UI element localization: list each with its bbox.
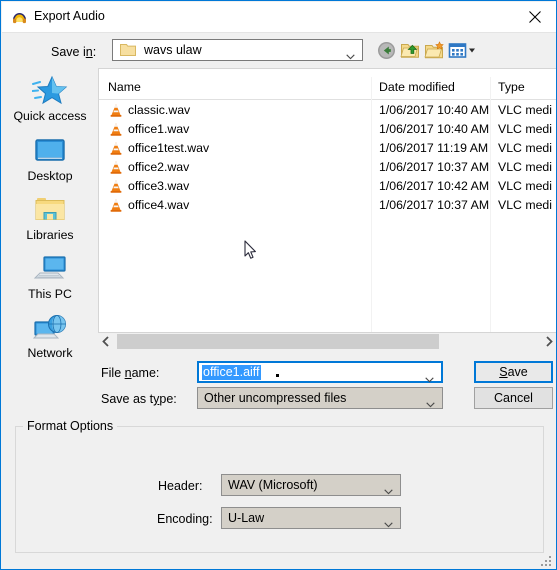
- save-in-combobox[interactable]: wavs ulaw: [112, 39, 363, 61]
- column-header-type[interactable]: Type: [498, 80, 525, 94]
- sidebar-item-label: Network: [27, 346, 73, 360]
- file-name-cell: classic.wav: [128, 103, 191, 117]
- vlc-cone-icon: [108, 160, 124, 175]
- file-date-cell: 1/06/2017 10:40 AM: [379, 122, 490, 136]
- file-type-cell: VLC medi: [498, 141, 552, 155]
- scroll-left-icon[interactable]: [98, 333, 115, 350]
- format-options-title: Format Options: [23, 419, 118, 433]
- file-name-cell: office1test.wav: [128, 141, 210, 155]
- chevron-down-icon: [384, 482, 393, 495]
- vlc-cone-icon: [108, 179, 124, 194]
- file-type-cell: VLC medi: [498, 179, 552, 193]
- text-caret: [276, 374, 279, 377]
- chevron-down-icon[interactable]: [425, 370, 434, 383]
- table-row[interactable]: classic.wav 1/06/2017 10:40 AM VLC medi: [99, 101, 556, 120]
- vlc-cone-icon: [108, 122, 124, 137]
- close-button[interactable]: [513, 2, 556, 32]
- views-button[interactable]: [448, 40, 478, 61]
- column-header-date-modified[interactable]: Date modified: [379, 80, 455, 94]
- file-name-value: office1.aiff: [202, 365, 261, 380]
- save-in-label: Save in:: [51, 45, 97, 59]
- folder-icon: [120, 43, 136, 57]
- up-one-level-button[interactable]: [400, 40, 421, 61]
- file-date-cell: 1/06/2017 10:37 AM: [379, 160, 490, 174]
- network-globe-icon: [2, 311, 98, 345]
- file-type-cell: VLC medi: [498, 160, 552, 174]
- encoding-label: Encoding:: [157, 512, 213, 526]
- resize-grip[interactable]: [541, 554, 553, 566]
- file-date-cell: 1/06/2017 11:19 AM: [379, 141, 489, 155]
- sidebar-item-desktop[interactable]: Desktop: [2, 134, 98, 192]
- save-button[interactable]: Save: [474, 361, 553, 383]
- file-date-cell: 1/06/2017 10:42 AM: [379, 179, 490, 193]
- sidebar-item-libraries[interactable]: Libraries: [2, 193, 98, 251]
- computer-icon: [2, 252, 98, 286]
- file-name-cell: office2.wav: [128, 160, 190, 174]
- create-new-folder-button[interactable]: [424, 40, 445, 61]
- chevron-down-icon: [384, 515, 393, 528]
- sidebar-item-network[interactable]: Network: [2, 311, 98, 369]
- header-value: WAV (Microsoft): [228, 478, 318, 492]
- save-in-value: wavs ulaw: [144, 43, 202, 57]
- save-as-type-value: Other uncompressed files: [204, 391, 347, 405]
- sidebar-item-label: Desktop: [27, 169, 73, 183]
- chevron-down-icon: [346, 47, 355, 60]
- sidebar-item-label: This PC: [28, 287, 72, 301]
- file-date-cell: 1/06/2017 10:40 AM: [379, 103, 490, 117]
- back-button[interactable]: [376, 40, 397, 61]
- sidebar-item-label: Quick access: [13, 109, 87, 123]
- table-row[interactable]: office2.wav 1/06/2017 10:37 AM VLC medi: [99, 158, 556, 177]
- headphones-icon: [11, 9, 28, 26]
- vlc-cone-icon: [108, 103, 124, 118]
- encoding-combobox[interactable]: U-Law: [221, 507, 401, 529]
- file-list-panel: Name Date modified Type classic.wav 1/06…: [98, 68, 556, 333]
- table-row[interactable]: office3.wav 1/06/2017 10:42 AM VLC medi: [99, 177, 556, 196]
- header-label: Header:: [158, 479, 203, 493]
- file-type-cell: VLC medi: [498, 198, 552, 212]
- file-name-input[interactable]: office1.aiff: [197, 361, 443, 383]
- sidebar-item-label: Libraries: [26, 228, 74, 242]
- title-bar: Export Audio: [2, 2, 556, 33]
- file-date-cell: 1/06/2017 10:37 AM: [379, 198, 490, 212]
- file-list-horizontal-scrollbar[interactable]: [98, 333, 556, 350]
- monitor-icon: [2, 134, 98, 168]
- chevron-down-icon: [426, 395, 435, 408]
- window-title: Export Audio: [34, 9, 105, 23]
- scroll-right-icon[interactable]: [540, 333, 556, 350]
- file-name-cell: office1.wav: [128, 122, 190, 136]
- column-header-name[interactable]: Name: [108, 80, 141, 94]
- file-name-label: File name:: [101, 366, 160, 380]
- vlc-cone-icon: [108, 141, 124, 156]
- save-as-type-label: Save as type:: [101, 392, 177, 406]
- file-name-cell: office4.wav: [128, 198, 190, 212]
- file-type-cell: VLC medi: [498, 103, 552, 117]
- scrollbar-thumb[interactable]: [117, 334, 439, 349]
- save-as-type-combobox[interactable]: Other uncompressed files: [197, 387, 443, 409]
- sidebar-item-quick-access[interactable]: Quick access: [2, 74, 98, 132]
- file-name-cell: office3.wav: [128, 179, 190, 193]
- file-type-cell: VLC medi: [498, 122, 552, 136]
- table-row[interactable]: office4.wav 1/06/2017 10:37 AM VLC medi: [99, 196, 556, 215]
- sort-ascending-icon: [235, 70, 244, 83]
- table-row[interactable]: office1.wav 1/06/2017 10:40 AM VLC medi: [99, 120, 556, 139]
- places-bar: Quick access Desktop Libraries This PC N…: [2, 68, 98, 365]
- folder-icon: [2, 193, 98, 227]
- star-icon: [2, 74, 98, 108]
- cancel-button[interactable]: Cancel: [474, 387, 553, 409]
- encoding-value: U-Law: [228, 511, 265, 525]
- vlc-cone-icon: [108, 198, 124, 213]
- export-audio-dialog: Export Audio Save in: wavs ulaw Quick ac…: [0, 0, 557, 570]
- file-list-header: Name Date modified Type: [99, 77, 556, 100]
- header-combobox[interactable]: WAV (Microsoft): [221, 474, 401, 496]
- sidebar-item-this-pc[interactable]: This PC: [2, 252, 98, 310]
- table-row[interactable]: office1test.wav 1/06/2017 11:19 AM VLC m…: [99, 139, 556, 158]
